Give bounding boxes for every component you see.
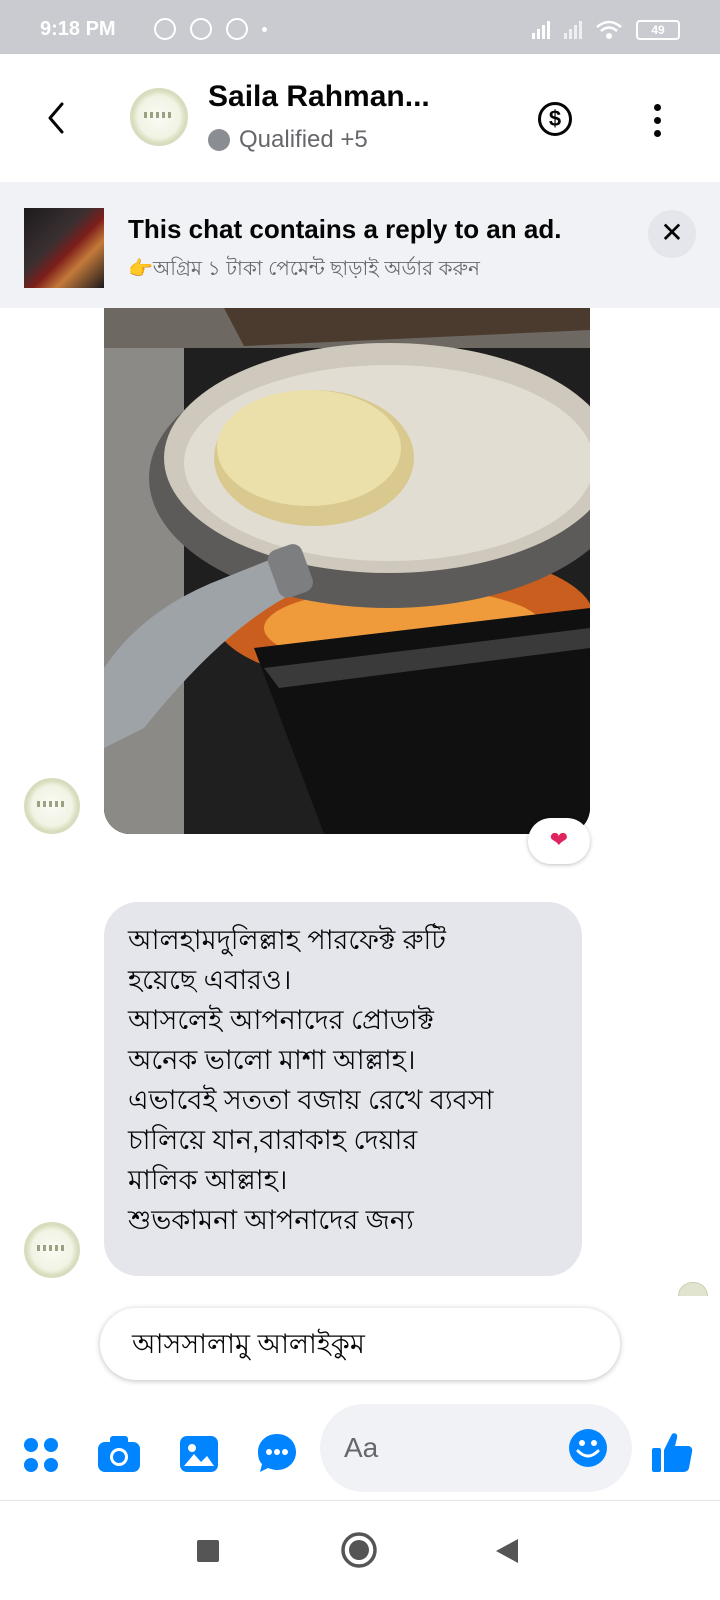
- android-navigation-bar: [0, 1500, 720, 1600]
- conversation-header: Saila Rahman... Qualified +5 $: [0, 54, 720, 182]
- back-arrow-icon[interactable]: [42, 92, 72, 144]
- apps-grid-icon[interactable]: [22, 1436, 60, 1474]
- ad-banner-subtitle: 👉অগ্রিম ১ টাকা পেমেন্ট ছাড়াই অর্ডার করু…: [128, 258, 480, 280]
- messenger-icon: [226, 18, 248, 40]
- system-status-icons: 49: [532, 20, 680, 40]
- contact-name[interactable]: Saila Rahman...: [208, 80, 430, 114]
- seen-avatar: [678, 1282, 708, 1296]
- home-circle-icon[interactable]: [340, 1531, 378, 1569]
- camera-icon[interactable]: [96, 1434, 142, 1474]
- received-message-bubble[interactable]: আলহামদুলিল্লাহ পারফেক্ট রুটি হয়েছে এবার…: [104, 902, 582, 1276]
- message-line: চালিয়ে যান,বারাকাহ দেয়ার: [128, 1125, 418, 1155]
- heart-reaction[interactable]: ❤: [528, 818, 590, 864]
- message-line: এভাবেই সততা বজায় রেখে ব্যবসা: [128, 1085, 494, 1115]
- battery-indicator: 49: [636, 20, 680, 40]
- photo-message[interactable]: [104, 308, 590, 834]
- back-triangle-icon[interactable]: [494, 1537, 520, 1565]
- vpn-icon: [190, 18, 212, 40]
- ad-thumbnail[interactable]: [24, 208, 104, 288]
- message-line: হয়েছে এবারও।: [128, 965, 292, 995]
- status-bar: 9:18 PM 49: [0, 0, 720, 54]
- sender-avatar-text[interactable]: [24, 1222, 80, 1278]
- contact-avatar[interactable]: [130, 88, 188, 146]
- status-time: 9:18 PM: [40, 18, 116, 40]
- emoji-icon[interactable]: [568, 1428, 608, 1468]
- gallery-icon[interactable]: [178, 1434, 220, 1474]
- more-options-icon[interactable]: [654, 104, 662, 137]
- thumbs-up-icon[interactable]: [650, 1430, 694, 1476]
- ad-reply-banner[interactable]: This chat contains a reply to an ad. 👉অগ…: [0, 182, 720, 308]
- message-line: আলহামদুলিল্লাহ পারফেক্ট রুটি: [128, 925, 446, 955]
- status-dot-icon: [208, 129, 230, 151]
- ad-banner-title: This chat contains a reply to an ad.: [128, 214, 562, 244]
- sender-avatar-photo[interactable]: [24, 778, 80, 834]
- chat-extensions-icon[interactable]: [256, 1432, 298, 1474]
- close-banner-button[interactable]: ✕: [648, 210, 696, 258]
- frying-pan-photo: [104, 308, 590, 834]
- more-notifications-icon: [262, 26, 267, 32]
- wifi-icon: [596, 20, 622, 39]
- message-line: মালিক আল্লাহ।: [128, 1165, 288, 1195]
- payment-button[interactable]: $: [538, 102, 572, 136]
- signal-icon: [532, 21, 550, 39]
- chat-bubble-icon: [154, 18, 176, 40]
- message-composer: Aa: [0, 1400, 720, 1500]
- message-input[interactable]: Aa: [320, 1404, 632, 1492]
- quick-reply-chip[interactable]: আসসালামু আলাইকুম: [100, 1308, 620, 1380]
- message-input-placeholder: Aa: [344, 1432, 379, 1463]
- recents-square-icon[interactable]: [196, 1539, 220, 1563]
- notification-icons: [154, 18, 267, 40]
- message-line: শুভকামনা আপনাদের জন্য: [128, 1205, 414, 1235]
- contact-status[interactable]: Qualified +5: [208, 126, 368, 154]
- message-line: আসলেই আপনাদের প্রোডাক্ট: [128, 1005, 434, 1035]
- message-line: অনেক ভালো মাশা আল্লাহ।: [128, 1045, 416, 1075]
- status-label: Qualified +5: [239, 126, 368, 153]
- signal-2-icon: [564, 21, 582, 39]
